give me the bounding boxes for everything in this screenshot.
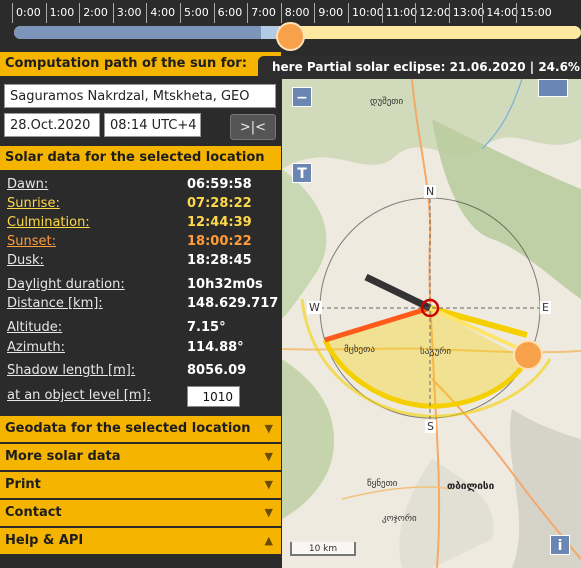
timeline-hour-tick[interactable]: 13:00 <box>448 3 485 23</box>
layers-icon[interactable] <box>538 79 568 97</box>
now-button[interactable]: >|< <box>230 114 276 140</box>
timeline-hour-tick[interactable]: 2:00 <box>79 3 108 23</box>
timeline-hour-tick[interactable]: 0:00 <box>12 3 41 23</box>
azimuth-value: 114.88° <box>187 340 244 355</box>
timeline-hour-ticks: 0:00 1:00 2:00 3:00 4:00 5:00 6:00 7:00 8:00 9:00… <box>12 0 581 26</box>
timeline-hour-tick[interactable]: 5:00 <box>180 3 209 23</box>
altitude-label[interactable]: Altitude: <box>7 319 62 337</box>
compass-west: W <box>307 301 322 314</box>
timeline-hour-tick[interactable]: 11:00 <box>381 3 417 23</box>
timeline-hour-tick[interactable]: 7:00 <box>247 3 276 23</box>
sunset-label[interactable]: Sunset: <box>7 233 56 251</box>
location-input[interactable]: Saguramos Nakrdzal, Mtskheta, GEO <box>4 84 276 108</box>
chevron-double-down-icon: ▼ <box>264 450 273 463</box>
app-root: 0:00 1:00 2:00 3:00 4:00 5:00 6:00 7:00 8:00 9:00… <box>0 0 581 568</box>
altitude-value: 7.15° <box>187 320 226 335</box>
dusk-value: 18:28:45 <box>187 253 252 268</box>
map-view[interactable]: N S E W დუშეთი მცხეთა საგური წყნეთი თბილ… <box>282 79 581 568</box>
left-panel: Computation path of the sun for: Saguram… <box>0 52 281 568</box>
map-canvas <box>282 79 581 568</box>
timeline[interactable]: 0:00 1:00 2:00 3:00 4:00 5:00 6:00 7:00 8:00 9:00… <box>0 0 581 52</box>
info-button[interactable]: i <box>550 535 570 555</box>
daylight-value: 10h32m0s <box>187 277 263 292</box>
distance-value: 148.629.717 <box>187 296 279 311</box>
dawn-value: 06:59:58 <box>187 177 252 192</box>
terrain-toggle-button[interactable]: T <box>292 163 312 183</box>
timeline-hour-tick[interactable]: 8:00 <box>280 3 310 23</box>
accordion-help-api[interactable]: Help & API ▲ <box>0 528 281 554</box>
chevron-double-up-icon: ▲ <box>264 534 273 547</box>
accordion-geodata[interactable]: Geodata for the selected location ▼ <box>0 416 281 442</box>
sunrise-label[interactable]: Sunrise: <box>7 195 60 213</box>
time-slider-handle[interactable] <box>276 22 306 51</box>
accordion-contact[interactable]: Contact ▼ <box>0 500 281 526</box>
chevron-double-down-icon: ▼ <box>264 422 273 435</box>
time-input[interactable]: 08:14 UTC+4 <box>104 113 201 137</box>
accordion-more-solar-label: More solar data <box>5 449 121 464</box>
distance-label[interactable]: Distance [km]: <box>7 295 103 313</box>
map-scale-bar: 10 km <box>290 542 356 556</box>
timeline-hour-tick[interactable]: 4:00 <box>146 3 175 23</box>
chevron-double-down-icon: ▼ <box>264 506 273 519</box>
eclipse-banner[interactable]: here Partial solar eclipse: 21.06.2020 |… <box>258 56 581 79</box>
zoom-out-button[interactable]: − <box>292 87 312 107</box>
culmination-value: 12:44:39 <box>187 215 252 230</box>
timeline-hour-tick[interactable]: 12:00 <box>415 3 451 23</box>
shadow-line <box>364 273 432 312</box>
accordion-contact-label: Contact <box>5 505 62 520</box>
place-label: თბილისი <box>447 481 495 492</box>
compass-north: N <box>424 185 437 198</box>
sunrise-value: 07:28:22 <box>187 196 252 211</box>
timeline-hour-tick[interactable]: 10:00 <box>348 3 384 23</box>
timeline-hour-tick[interactable]: 6:00 <box>213 3 242 23</box>
place-label: დუშეთი <box>370 97 404 107</box>
timeline-hour-tick[interactable]: 14:00 <box>482 3 518 23</box>
solar-data-header[interactable]: Solar data for the selected location <box>0 146 281 170</box>
shadow-length-label[interactable]: Shadow length [m]: <box>7 362 135 380</box>
place-label: წყნეთი <box>367 479 398 489</box>
place-label: მცხეთა <box>344 345 375 355</box>
object-level-label[interactable]: at an object level [m]: <box>7 387 151 405</box>
chevron-double-down-icon: ▼ <box>264 478 273 491</box>
timeline-hour-tick[interactable]: 1:00 <box>45 3 74 23</box>
dawn-label[interactable]: Dawn: <box>7 176 48 194</box>
timeline-hour-tick[interactable]: 9:00 <box>314 3 343 23</box>
date-input[interactable]: 28.Oct.2020 <box>4 113 100 137</box>
place-label: საგური <box>420 347 452 357</box>
place-label: კოჯორი <box>382 514 417 524</box>
accordion-print[interactable]: Print ▼ <box>0 472 281 498</box>
timeline-night-segment <box>14 26 261 39</box>
dusk-label[interactable]: Dusk: <box>7 252 44 270</box>
culmination-label[interactable]: Culmination: <box>7 214 90 232</box>
compass-east: E <box>540 301 551 314</box>
accordion-help-label: Help & API <box>5 533 84 548</box>
compass-south: S <box>425 420 436 433</box>
sunset-value: 18:00:22 <box>187 234 252 249</box>
computation-header[interactable]: Computation path of the sun for: <box>0 52 281 76</box>
azimuth-label[interactable]: Azimuth: <box>7 339 65 357</box>
accordion-more-solar-data[interactable]: More solar data ▼ <box>0 444 281 470</box>
object-level-input[interactable]: 1010 <box>187 386 240 407</box>
accordion-print-label: Print <box>5 477 41 492</box>
timeline-hour-tick[interactable]: 3:00 <box>112 3 142 23</box>
accordion-geodata-label: Geodata for the selected location <box>5 421 251 436</box>
timeline-hour-tick[interactable]: 15:00 <box>516 3 552 23</box>
daylight-label[interactable]: Daylight duration: <box>7 276 125 294</box>
sun-position-marker <box>513 340 543 370</box>
shadow-length-value: 8056.09 <box>187 363 247 378</box>
